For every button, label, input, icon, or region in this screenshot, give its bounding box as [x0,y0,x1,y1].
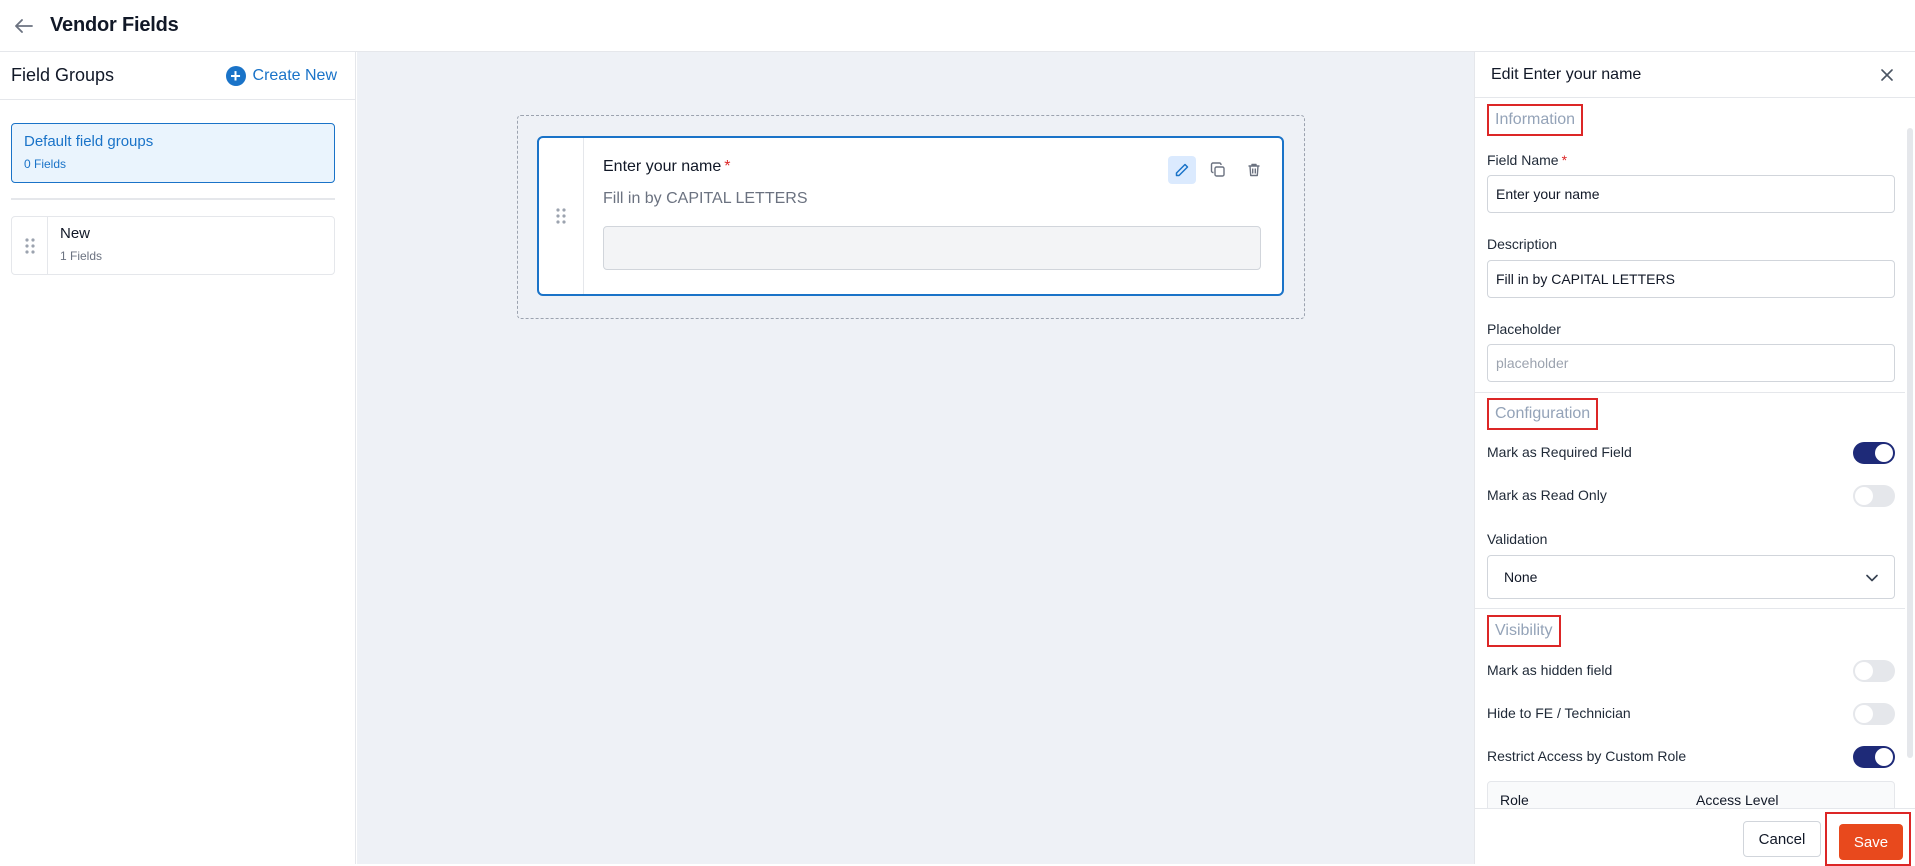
field-description: Fill in by CAPITAL LETTERS [603,190,808,207]
save-button[interactable]: Save [1839,824,1903,860]
sidebar-header: Field Groups + Create New [0,52,355,100]
required-field-label: Mark as Required Field [1487,444,1632,460]
role-access-table-header: Role Access Level [1487,781,1895,808]
column-header-role: Role [1500,792,1529,808]
field-name-label: Field Name * [1487,152,1568,168]
chevron-down-icon [1866,569,1878,585]
field-group-count: 0 Fields [24,157,67,171]
column-header-access-level: Access Level [1696,792,1779,808]
field-groups-sidebar: Field Groups + Create New Default field … [0,52,356,864]
trash-icon[interactable] [1240,156,1268,184]
create-new-button[interactable]: + Create New [225,65,337,86]
hide-fe-toggle[interactable] [1853,703,1895,725]
restrict-access-label: Restrict Access by Custom Role [1487,748,1687,764]
panel-scrollbar[interactable] [1907,128,1913,758]
placeholder-label: Placeholder [1487,321,1561,337]
hidden-field-label: Mark as hidden field [1487,662,1613,678]
required-marker: * [724,158,731,175]
read-only-toggle[interactable] [1853,485,1895,507]
panel-footer: Cancel Save [1475,808,1915,866]
sidebar-divider [11,198,335,200]
page-title: Vendor Fields [50,14,179,36]
edit-field-panel: Edit Enter your name Information Field N… [1474,52,1915,866]
description-label: Description [1487,236,1558,252]
field-name-input[interactable]: Enter your name [1487,175,1895,213]
section-divider [1475,392,1905,393]
edit-icon[interactable] [1168,156,1196,184]
copy-icon[interactable] [1204,156,1232,184]
sidebar-title: Field Groups [11,65,115,85]
close-icon[interactable] [1877,65,1897,85]
field-group-count: 1 Fields [60,249,103,263]
field-card[interactable]: Enter your name * Fill in by CAPITAL LETT… [537,136,1284,296]
field-group-name: Default field groups [24,133,154,150]
section-title-visibility: Visibility [1487,615,1561,647]
section-title-configuration: Configuration [1487,398,1599,430]
read-only-label: Mark as Read Only [1487,487,1607,503]
description-input[interactable]: Fill in by CAPITAL LETTERS [1487,260,1895,298]
hide-fe-label: Hide to FE / Technician [1487,705,1631,721]
required-marker: * [1561,152,1568,168]
top-header: Vendor Fields [0,0,1915,52]
save-highlight: Save [1825,812,1911,866]
panel-title: Edit Enter your name [1491,65,1642,83]
field-group-name: New [60,225,91,242]
restrict-access-toggle[interactable] [1853,746,1895,768]
plus-circle-icon: + [225,65,246,86]
validation-select[interactable]: None [1487,555,1895,599]
field-preview-input [603,226,1261,270]
placeholder-input[interactable]: placeholder [1487,344,1895,382]
validation-value: None [1504,569,1538,585]
drag-handle-icon[interactable] [539,138,584,294]
panel-header: Edit Enter your name [1475,52,1915,98]
field-group-new[interactable]: New 1 Fields [11,216,335,275]
cancel-button[interactable]: Cancel [1743,821,1821,857]
drag-handle-icon[interactable] [12,217,48,274]
validation-label: Validation [1487,531,1548,547]
back-arrow-icon[interactable] [12,14,36,38]
create-new-label: Create New [252,66,337,84]
section-divider [1475,608,1905,609]
form-canvas: Enter your name * Fill in by CAPITAL LETT… [357,52,1474,864]
required-field-toggle[interactable] [1853,442,1895,464]
field-card-actions [1168,156,1268,184]
section-title-information: Information [1487,104,1584,136]
field-label: Enter your name * [603,158,731,175]
hidden-field-toggle[interactable] [1853,660,1895,682]
panel-scroll-area[interactable]: Information Field Name * Enter your name … [1475,98,1915,808]
field-group-default[interactable]: Default field groups 0 Fields [11,123,335,183]
